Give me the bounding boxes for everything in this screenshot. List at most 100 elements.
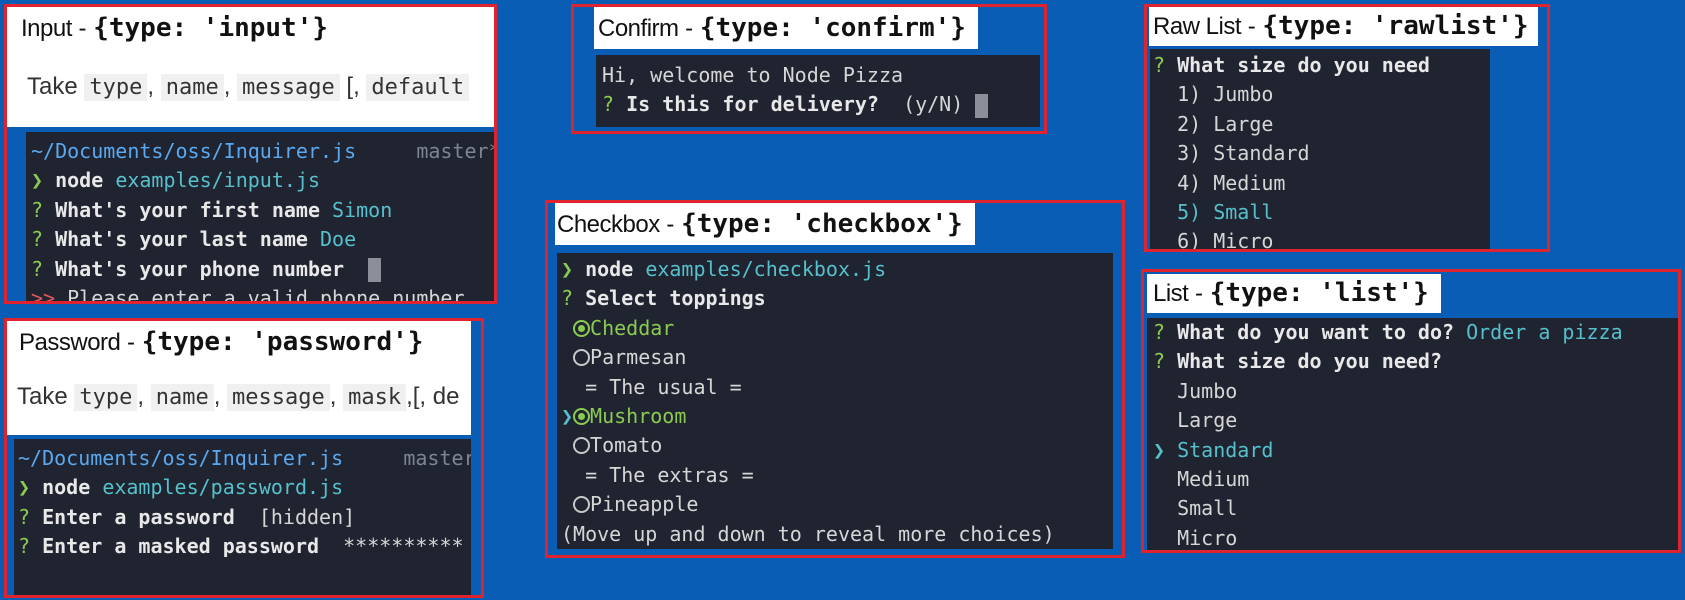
scroll-hint: (Move up and down to reveal more choices… (561, 521, 1055, 546)
question-text: What size do you need? (1177, 349, 1442, 374)
answer-text: Order a pizza (1466, 320, 1623, 344)
password-doc-code-mask: mask (343, 384, 407, 411)
list-option[interactable]: Large (1153, 406, 1678, 435)
confirm-title: Confirm - {type: 'confirm'} (594, 7, 978, 49)
option-label: Parmesan (590, 345, 687, 370)
password-title: Password - {type: 'password'} (7, 321, 436, 363)
terminal-line: ? What's your first name Simon (31, 196, 494, 225)
question-mark-icon: ? (31, 256, 44, 281)
input-doc-code-message: message (237, 74, 340, 101)
checked-radio-icon[interactable] (573, 407, 591, 425)
checkbox-title-name: Checkbox (557, 211, 660, 238)
input-title-name: Input (21, 15, 72, 42)
prompt-arrow-icon: ❯ (561, 257, 574, 281)
option-label: Jumbo (1177, 378, 1238, 403)
terminal-line[interactable]: ? Is this for delivery? (y/N) (602, 90, 1040, 119)
input-doc-sep: [, (339, 73, 367, 100)
option-label: 4) Medium (1177, 170, 1286, 195)
answer-text: Simon (332, 197, 393, 222)
rawlist-title-type: {type: 'rawlist'} (1262, 11, 1529, 41)
text-cursor[interactable] (368, 258, 382, 283)
rawlist-option[interactable]: 4) Medium (1153, 169, 1490, 198)
question-mark-icon: ? (31, 197, 44, 222)
cwd-path: ~/Documents/oss/Inquirer.js (31, 139, 357, 163)
question-text: Enter a password (42, 504, 235, 529)
list-title-type: {type: 'list'} (1209, 278, 1429, 308)
command: node (585, 257, 634, 281)
input-doc-code-name: name (160, 74, 224, 101)
list-option[interactable]: Small (1153, 494, 1678, 523)
confirm-title-name: Confirm (598, 15, 679, 42)
unchecked-radio-icon[interactable] (573, 437, 591, 455)
rawlist-title-sep: - (1241, 13, 1263, 40)
rawlist-title-name: Raw List (1153, 13, 1242, 40)
checkbox-option-active[interactable]: ❯ Mushroom (561, 402, 1113, 431)
terminal-line: Hi, welcome to Node Pizza (602, 61, 1040, 90)
terminal-line: ❯ node examples/password.js (18, 473, 471, 502)
question-mark-icon: ? (1153, 320, 1166, 344)
rawlist-option-selected[interactable]: 5) Small (1153, 198, 1490, 227)
checkbox-option[interactable]: Tomato (561, 431, 1113, 460)
terminal-line[interactable]: ? What's your phone number (31, 255, 494, 284)
question-mark-icon: ? (561, 286, 574, 311)
terminal-line: ? What size do you need (1153, 51, 1490, 80)
welcome-text: Hi, welcome to Node Pizza (602, 63, 904, 87)
list-option[interactable]: Jumbo (1153, 377, 1678, 406)
option-label: Cheddar (590, 315, 675, 340)
unchecked-radio-icon[interactable] (573, 496, 591, 514)
list-option[interactable]: Micro (1153, 524, 1678, 550)
question-text: What's your last name (55, 227, 308, 252)
checkbox-terminal: ❯ node examples/checkbox.js ? Select top… (557, 253, 1113, 549)
checkbox-title-type: {type: 'checkbox'} (681, 209, 963, 239)
unchecked-radio-icon[interactable] (573, 349, 591, 367)
rawlist-option[interactable]: 6) Micro (1153, 227, 1490, 249)
checked-radio-icon[interactable] (573, 319, 591, 337)
git-branch: master* (403, 446, 471, 470)
checkbox-option[interactable]: Pineapple (561, 490, 1113, 519)
option-label: Pineapple (590, 492, 699, 517)
command-arg: examples/password.js (102, 475, 344, 500)
answer-text: [hidden] (258, 504, 356, 529)
separator-label: = The extras = (585, 462, 754, 487)
separator-label: = The usual = (585, 374, 742, 399)
question-mark-icon: ? (18, 504, 31, 529)
terminal-line: ? What's your last name Doe (31, 225, 494, 254)
list-option-active[interactable]: ❯ Standard (1153, 436, 1678, 465)
terminal-line: ❯ node examples/input.js (31, 166, 494, 195)
masked-answer[interactable]: ********** (343, 534, 463, 558)
password-doc-sep: , (137, 383, 151, 410)
prompt-arrow-icon: ❯ (18, 475, 31, 500)
question-text: Enter a masked password (42, 534, 320, 559)
password-title-name: Password (19, 329, 121, 356)
error-icon: >> (31, 285, 56, 301)
option-label: Tomato (590, 433, 663, 458)
checkbox-option[interactable]: Parmesan (561, 343, 1113, 372)
question-text: What do you want to do? (1177, 320, 1455, 344)
confirm-title-sep: - (678, 15, 700, 42)
terminal-line[interactable]: ? Enter a masked password ********** (18, 532, 471, 561)
question-text: Is this for delivery? (626, 92, 879, 117)
password-terminal: ~/Documents/oss/Inquirer.js master* ❯ no… (14, 439, 471, 595)
checkbox-title-sep: - (659, 211, 682, 238)
option-label: Medium (1177, 466, 1250, 491)
input-doc-sep: , (147, 73, 161, 100)
input-title-type: {type: 'input'} (93, 13, 329, 43)
input-panel: Input - {type: 'input'} Take type, name,… (4, 4, 497, 304)
rawlist-option[interactable]: 1) Jumbo (1153, 80, 1490, 109)
checkbox-panel: ❯ node examples/checkbox.js ? Select top… (545, 200, 1125, 558)
option-label: Micro (1177, 525, 1238, 550)
option-label: 6) Micro (1177, 229, 1274, 249)
rawlist-option[interactable]: 2) Large (1153, 110, 1490, 139)
checkbox-title: Checkbox - {type: 'checkbox'} (555, 203, 975, 245)
confirm-title-type: {type: 'confirm'} (699, 13, 966, 43)
password-doc-sep: , (329, 383, 344, 410)
option-label: 3) Standard (1177, 141, 1310, 166)
list-option[interactable]: Medium (1153, 465, 1678, 494)
password-title-type: {type: 'password'} (141, 327, 424, 357)
error-message: Please enter a valid phone number (67, 285, 465, 301)
answer-text: Doe (320, 227, 357, 252)
terminal-line: ? Select toppings (561, 284, 1113, 313)
checkbox-option[interactable]: Cheddar (561, 314, 1113, 343)
rawlist-option[interactable]: 3) Standard (1153, 139, 1490, 168)
text-cursor[interactable] (975, 93, 989, 118)
